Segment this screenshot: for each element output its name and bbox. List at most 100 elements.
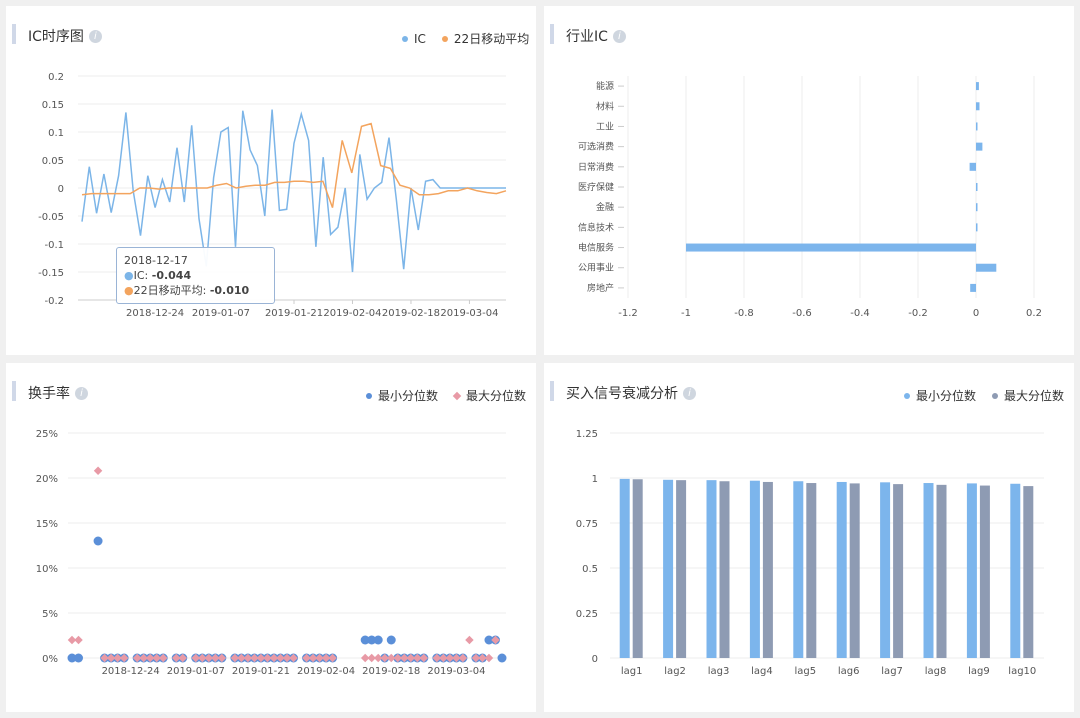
category-label: 医疗保健: [578, 181, 614, 193]
signal-decay-panel: 买入信号衰减分析 i 最小分位数 最大分位数 1.25 1 0.75 0.5 0.25 0 l…: [544, 363, 1074, 712]
bar-min-quantile: [1010, 483, 1021, 658]
x-tick-label: -1.2: [618, 308, 638, 319]
bar-max-quantile: [1023, 486, 1034, 658]
y-tick-label: 0.75: [576, 519, 598, 530]
x-tick-label: lag7: [881, 666, 903, 677]
x-tick-label: 2019-02-18: [362, 666, 420, 677]
min-quantile-point: [74, 653, 84, 663]
bar: [970, 283, 976, 292]
y-tick-label: 0.5: [582, 564, 598, 575]
category-label: 金融: [596, 201, 614, 213]
bar-max-quantile: [632, 479, 643, 658]
bar-max-quantile: [719, 481, 730, 658]
bar: [969, 162, 976, 171]
y-tick-label: 0: [592, 654, 598, 665]
x-tick-label: 2018-12-24: [126, 308, 184, 319]
x-tick-label: -0.4: [850, 308, 870, 319]
y-tick-label: 0%: [42, 654, 58, 665]
y-tick-label: 0.2: [48, 72, 64, 83]
y-tick-label: -0.05: [38, 212, 64, 223]
x-tick-label: 2019-01-07: [167, 666, 225, 677]
x-tick-label: 0: [973, 308, 979, 319]
category-label: 房地产: [587, 282, 614, 294]
turnover-panel: 换手率 i 最小分位数 最大分位数 25% 20% 15% 10% 5% 0% 2018-12…: [6, 363, 536, 712]
x-tick-label: -0.2: [908, 308, 928, 319]
bar: [976, 203, 978, 212]
max-quantile-point: [74, 635, 83, 645]
y-tick-label: 20%: [36, 474, 58, 485]
y-tick-label: 0.1: [48, 128, 64, 139]
bar: [976, 142, 983, 151]
min-quantile-point: [373, 635, 383, 645]
min-quantile-point: [497, 653, 507, 663]
bar-min-quantile: [663, 479, 674, 658]
y-tick-label: -0.1: [44, 240, 64, 251]
y-tick-label: 15%: [36, 519, 58, 530]
x-tick-label: 2019-02-18: [382, 308, 440, 319]
bar-min-quantile: [706, 480, 717, 658]
x-tick-label: 2019-01-07: [192, 308, 250, 319]
y-tick-label: 5%: [42, 609, 58, 620]
category-label: 工业: [596, 121, 614, 132]
x-tick-label: lag4: [751, 666, 773, 677]
max-quantile-point: [465, 635, 474, 645]
x-tick-label: 2018-12-24: [102, 666, 160, 677]
bar-min-quantile: [836, 481, 847, 658]
y-tick-label: 0.15: [42, 100, 64, 111]
x-tick-label: lag3: [708, 666, 730, 677]
bar-max-quantile: [979, 485, 990, 658]
x-tick-label: 0.2: [1026, 308, 1042, 319]
x-tick-label: 2019-01-21: [265, 308, 323, 319]
bar: [976, 102, 980, 111]
bar: [976, 122, 978, 131]
y-tick-label: 10%: [36, 564, 58, 575]
x-tick-label: 2019-01-21: [232, 666, 290, 677]
category-label: 可选消费: [578, 141, 614, 153]
y-tick-label: -0.2: [44, 296, 64, 307]
turnover-scatter-chart: 25% 20% 15% 10% 5% 0% 2018-12-24 2019-01-07 2019…: [36, 429, 507, 677]
x-tick-label: lag10: [1008, 666, 1036, 677]
x-tick-label: lag5: [794, 666, 816, 677]
bar-min-quantile: [880, 482, 891, 658]
chart-tooltip: 2018-12-17 ●IC: -0.044 ●22日移动平均: -0.010: [116, 247, 275, 304]
bar: [976, 263, 997, 272]
x-tick-label: 2019-03-04: [427, 666, 485, 677]
max-quantile-point: [484, 653, 494, 663]
bar-max-quantile: [762, 481, 773, 658]
x-tick-label: lag2: [664, 666, 686, 677]
bar-max-quantile: [849, 483, 860, 658]
bar: [976, 183, 978, 191]
category-label: 材料: [596, 100, 614, 112]
y-tick-label: 1.25: [576, 429, 598, 440]
bar-min-quantile: [749, 480, 760, 658]
bar-max-quantile: [893, 484, 904, 658]
bar-max-quantile: [936, 484, 947, 658]
min-quantile-point: [386, 635, 396, 645]
bar: [976, 223, 978, 232]
industry-ic-panel: 行业IC i -1.2 -1 -0.8 -0.6 -0.4 -0.2 0 0.2 能源 材料 工业 可选…: [544, 6, 1074, 355]
y-tick-label: 0: [58, 184, 64, 195]
x-tick-label: 2019-02-04: [323, 308, 381, 319]
x-tick-label: 2019-03-04: [440, 308, 498, 319]
y-tick-label: 1: [592, 474, 598, 485]
x-tick-label: 2019-02-04: [297, 666, 355, 677]
x-tick-label: -0.6: [792, 308, 812, 319]
category-label: 能源: [596, 80, 614, 92]
bar-max-quantile: [806, 483, 817, 658]
x-tick-label: lag6: [838, 666, 860, 677]
y-tick-label: 25%: [36, 429, 58, 440]
y-tick-label: 0.25: [576, 609, 598, 620]
bar-min-quantile: [793, 481, 804, 658]
category-label: 电信服务: [578, 242, 614, 254]
category-label: 信息技术: [578, 221, 614, 233]
category-label: 日常消费: [578, 161, 614, 173]
x-tick-label: -0.8: [734, 308, 754, 319]
bar-min-quantile: [923, 483, 934, 658]
bar-max-quantile: [676, 480, 687, 658]
x-tick-label: lag9: [968, 666, 990, 677]
x-tick-label: lag8: [925, 666, 947, 677]
x-tick-label: lag1: [621, 666, 643, 677]
bar: [686, 243, 976, 252]
x-tick-label: -1: [681, 308, 691, 319]
bar: [976, 82, 979, 91]
